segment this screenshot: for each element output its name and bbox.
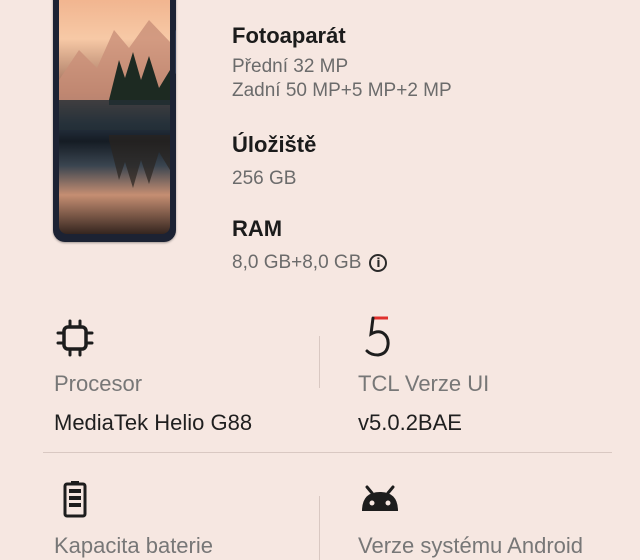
grid-vertical-divider-bottom — [319, 496, 320, 560]
camera-rear: Zadní 50 MP+5 MP+2 MP — [232, 80, 452, 101]
grid-vertical-divider-top — [319, 336, 320, 388]
ram-title: RAM — [232, 216, 283, 241]
camera-spec: Fotoaparát Přední 32 MP Zadní 50 MP+5 MP… — [232, 22, 452, 103]
ram-value: 8,0 GB+8,0 GB — [232, 252, 362, 273]
processor-label: Procesor — [54, 371, 143, 396]
battery-cell: Kapacita baterie — [54, 532, 213, 560]
android-icon — [359, 484, 401, 518]
android-cell: Verze systému Android — [358, 532, 583, 560]
wallpaper-landscape — [59, 20, 170, 188]
storage-title: Úložiště — [232, 132, 317, 157]
camera-front: Přední 32 MP — [232, 56, 349, 77]
tcl-ui-5-logo — [364, 314, 394, 362]
device-info-page: Fotoaparát Přední 32 MP Zadní 50 MP+5 MP… — [0, 0, 640, 560]
battery-label: Kapacita baterie — [54, 533, 213, 558]
ram-value-row: 8,0 GB+8,0 GB i — [232, 251, 388, 275]
storage-spec: Úložiště 256 GB — [232, 131, 316, 191]
camera-title: Fotoaparát — [232, 23, 346, 48]
processor-cell: Procesor MediaTek Helio G88 — [54, 370, 252, 437]
phone-image — [53, 0, 176, 242]
cpu-chip-icon — [56, 319, 94, 361]
ram-spec: RAM 8,0 GB+8,0 GB i — [232, 215, 388, 275]
storage-value: 256 GB — [232, 168, 297, 189]
battery-icon — [63, 480, 87, 522]
tcl-ui-value: v5.0.2BAE — [358, 410, 462, 435]
android-label: Verze systému Android — [358, 533, 584, 558]
grid-horizontal-divider — [43, 452, 612, 453]
processor-value: MediaTek Helio G88 — [54, 410, 253, 435]
tcl-ui-label: TCL Verze UI — [358, 371, 490, 396]
phone-wallpaper — [59, 0, 170, 234]
tcl-ui-cell: TCL Verze UI v5.0.2BAE — [358, 370, 489, 437]
info-icon[interactable]: i — [369, 254, 388, 272]
phone-side-button — [175, 30, 176, 74]
